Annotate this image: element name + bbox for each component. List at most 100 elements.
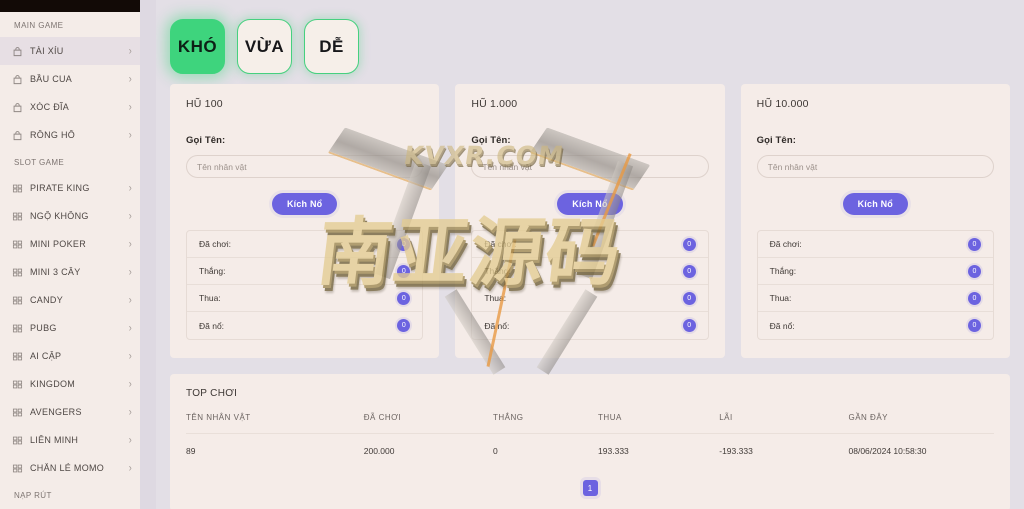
sidebar-item-chẵn-lẻ-momo[interactable]: CHẴN LẺ MOMO › <box>0 454 140 482</box>
sidebar-section-label: NẠP RÚT <box>14 491 52 500</box>
grid-icon <box>12 240 23 248</box>
sidebar-item-label: LIÊN MINH <box>30 435 79 445</box>
sidebar-item-liên-minh[interactable]: LIÊN MINH › <box>0 426 140 454</box>
sidebar-item-tài-xỉu[interactable]: TÀI XỈU › <box>0 37 140 65</box>
stat-value-badge: 0 <box>967 264 981 278</box>
sidebar-item-mini-3-cây[interactable]: MINI 3 CÂY › <box>0 258 140 286</box>
difficulty-button-vừa[interactable]: VỪA <box>237 19 292 74</box>
stat-label: Thua: <box>769 293 792 303</box>
difficulty-button-khó[interactable]: KHÓ <box>170 19 225 74</box>
sidebar-item-label: PIRATE KING <box>30 183 90 193</box>
chevron-right-icon: › <box>128 321 132 334</box>
stat-label: Đã nổ: <box>484 320 510 331</box>
chevron-right-icon: › <box>128 44 132 57</box>
table-cell: 200.000 <box>363 433 494 468</box>
table-column-header: THẮNG <box>493 413 524 422</box>
table-header-row: TÊN NHÂN VẬT ĐÃ CHƠI THẮNG THUA LÃI GẦN ĐÂY <box>186 413 994 434</box>
chevron-right-icon: › <box>128 265 132 278</box>
sidebar-item-xóc-đĩa[interactable]: XÓC ĐĨA › <box>0 93 140 121</box>
stat-value-badge: 0 <box>967 319 981 332</box>
stat-label: Đã chơi: <box>769 239 802 249</box>
explode-button[interactable]: Kích Nổ <box>271 193 338 215</box>
stat-label: Đã chơi: <box>484 239 517 249</box>
sidebar-item-label: MINI 3 CÂY <box>30 267 81 277</box>
table-cell: 0 <box>493 433 599 468</box>
sidebar-item-ai-cập[interactable]: AI CẬP › <box>0 342 140 370</box>
chevron-right-icon: › <box>128 181 132 194</box>
character-name-input[interactable] <box>186 155 424 178</box>
stat-value-badge: 0 <box>397 237 411 251</box>
jackpot-cards: HŨ 100Gọi Tên:Kích NổĐã chơi:0Thắng:0Thu… <box>160 74 1010 358</box>
jackpot-card: HŨ 1.000Gọi Tên:Kích NổĐã chơi:0Thắng:0T… <box>455 84 725 358</box>
stat-label: Đã nổ: <box>769 320 795 331</box>
sidebar-item-label: NGỘ KHÔNG <box>30 211 89 221</box>
sidebar-item-mini-poker[interactable]: MINI POKER › <box>0 230 140 258</box>
sidebar-item-pubg[interactable]: PUBG › <box>0 314 140 342</box>
chevron-right-icon: › <box>128 237 132 250</box>
chevron-right-icon: › <box>128 209 132 222</box>
sidebar-item-rồng-hổ[interactable]: RỒNG HỔ › <box>0 121 140 149</box>
card-stats: Đã chơi: 0 Thắng: 0 Thua: 0 Đã nổ: 0 <box>471 230 709 340</box>
stat-row: Đã nổ: 0 <box>758 312 993 339</box>
difficulty-button-dễ[interactable]: DỄ <box>304 19 359 74</box>
sidebar-item-kingdom[interactable]: KINGDOM › <box>0 370 140 398</box>
explode-button[interactable]: Kích Nổ <box>557 193 623 215</box>
difficulty-selector: KHÓ VỪA DỄ <box>160 0 1010 74</box>
table-column-header: THUA <box>598 413 622 422</box>
top-players-panel: TOP CHƠI TÊN NHÂN VẬT ĐÃ CHƠI THẮNG THUA LÃI… <box>170 374 1010 509</box>
jackpot-card: HŨ 10.000 Gọi Tên: Kích Nổ Đã chơi: 0 Thắng: 0… <box>740 84 1010 358</box>
card-stats: Đã chơi: 0 Thắng: 0 Thua: 0 Đã nổ: 0 <box>756 230 994 340</box>
bag-icon <box>13 46 22 56</box>
grid-icon <box>12 464 23 472</box>
stat-value-badge: 0 <box>967 291 981 305</box>
name-field-label: Gọi Tên: <box>186 135 226 146</box>
sidebar-item-avengers[interactable]: AVENGERS › <box>0 398 140 426</box>
stat-row: Thua: 0 <box>757 285 993 312</box>
top-players-title: TOP CHƠI <box>186 388 238 399</box>
table-cell: 193.333 <box>598 433 720 468</box>
stat-row: Đã nổ: 0 <box>472 312 707 339</box>
sidebar-item-ngộ-không[interactable]: NGỘ KHÔNG › <box>0 202 140 230</box>
stat-value-badge: 0 <box>682 319 696 332</box>
top-players-table: TÊN NHÂN VẬT ĐÃ CHƠI THẮNG THUA LÃI GẦN ĐÂY 8… <box>186 413 994 468</box>
table-cell: 08/06/2024 10:58:30 <box>848 433 994 468</box>
card-title: HŨ 10.000 <box>756 98 809 110</box>
sidebar-item-label: XÓC ĐĨA <box>30 102 70 112</box>
name-field-label: Gọi Tên: <box>471 135 511 146</box>
table-column-header: GẦN ĐÂY <box>848 413 889 422</box>
chevron-right-icon: › <box>128 377 132 390</box>
card-stats: Đã chơi: 0 Thắng: 0 Thua: 0 Đã nổ: 0 <box>186 230 424 340</box>
explode-button[interactable]: Kích Nổ <box>842 193 909 215</box>
card-action-row: Kích Nổ <box>186 193 423 215</box>
sidebar-item-label: PUBG <box>30 323 57 333</box>
chevron-right-icon: › <box>128 72 132 85</box>
pagination-page-button[interactable]: 1 <box>582 480 598 496</box>
table-body: 89 200.000 0 193.333 -193.333 08/06/2024 10:5… <box>186 433 994 468</box>
character-name-input[interactable] <box>756 155 994 178</box>
main-content: KHÓVỪADỄ HŨ 100Gọi Tên:Kích NổĐã chơi:0T… <box>156 0 1024 509</box>
sidebar-item-pirate-king[interactable]: PIRATE KING › <box>0 174 140 202</box>
stat-label: Thắng: <box>199 266 226 276</box>
sidebar: MAIN GAME TÀI XỈU › BẦU CUA › XÓC ĐĨA › RỒNG HỔ… <box>0 0 140 509</box>
sidebar-nav: MAIN GAME TÀI XỈU › BẦU CUA › XÓC ĐĨA › RỒNG HỔ… <box>0 12 140 507</box>
card-action-row: Kích Nổ <box>471 193 708 215</box>
grid-icon <box>12 380 23 388</box>
stat-label: Thua: <box>484 293 507 303</box>
table-column-header: LÃI <box>719 413 733 422</box>
stat-row: Thắng: 0 <box>472 258 708 285</box>
bag-icon <box>13 102 22 112</box>
character-name-input[interactable] <box>471 155 709 178</box>
card-title: HŨ 100 <box>186 98 223 110</box>
stat-label: Thua: <box>199 293 221 303</box>
stat-label: Thắng: <box>484 266 511 276</box>
sidebar-item-bầu-cua[interactable]: BẦU CUA › <box>0 65 140 93</box>
sidebar-item-candy[interactable]: CANDY › <box>0 286 140 314</box>
table-row[interactable]: 89 200.000 0 193.333 -193.333 08/06/2024 10:5… <box>186 433 994 468</box>
sidebar-section-label: SLOT GAME <box>14 158 65 167</box>
sidebar-item-label: CHẴN LẺ MOMO <box>30 463 105 473</box>
table-column-header: TÊN NHÂN VẬT <box>186 413 251 422</box>
table-cell: 89 <box>186 433 364 468</box>
stat-value-badge: 0 <box>682 291 696 305</box>
chevron-right-icon: › <box>128 433 132 446</box>
sidebar-item-label: RỒNG HỔ <box>30 130 76 140</box>
